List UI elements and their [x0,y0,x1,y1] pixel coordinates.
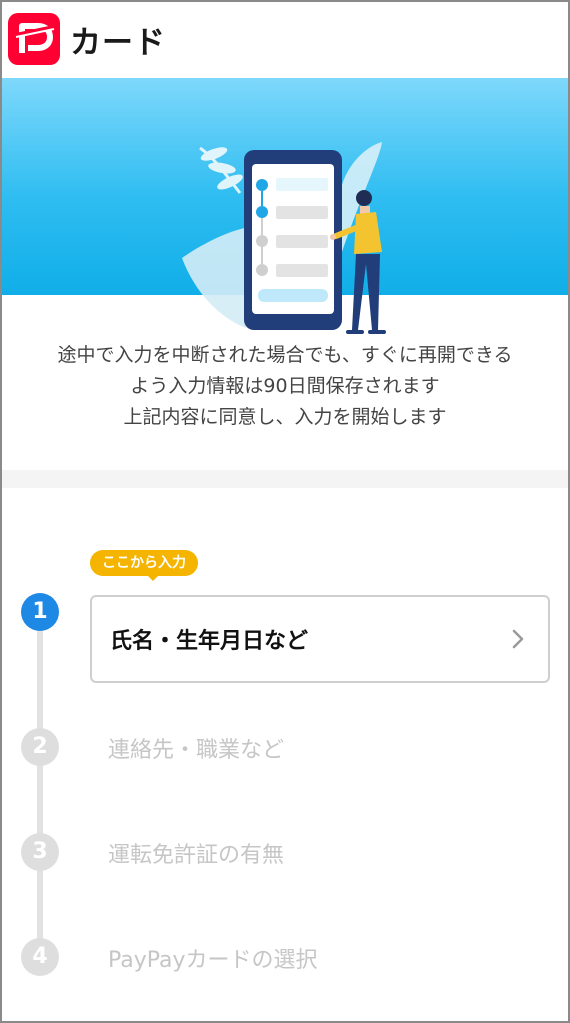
step-2-label: 連絡先・職業など [108,738,285,763]
step-progress-rail [37,628,43,968]
section-divider [0,470,570,488]
notice-line: よう入力情報は90日間保存されます [130,375,440,397]
notice-line: 上記内容に同意し、入力を開始します [123,406,447,428]
step-number-1: 1 [21,593,59,631]
phone-form-illustration [182,142,386,334]
step-number-4: 4 [21,938,59,976]
step-4-label: PayPayカードの選択 [108,948,318,973]
step-number-2: 2 [21,728,59,766]
step-number-3: 3 [21,833,59,871]
storage-notice: 途中で入力を中断された場合でも、すぐに再開できる よう入力情報は90日間保存され… [0,340,570,433]
paypay-logo-icon [8,13,60,65]
chevron-right-icon [512,629,524,649]
step-1-label: 氏名・生年月日など [110,629,309,654]
page-title: カード [70,24,166,61]
app-header: カード [0,0,570,78]
start-here-badge: ここから入力 [90,550,198,576]
badge-pointer [146,574,160,581]
notice-line: 途中で入力を中断された場合でも、すぐに再開できる [57,344,513,366]
step-3-label: 運転免許証の有無 [108,843,285,868]
step-1-card[interactable]: 氏名・生年月日など [90,595,550,683]
application-steps: ここから入力 1 氏名・生年月日など 2 連絡先・職業など 3 運転免許証の有無… [0,488,570,1023]
